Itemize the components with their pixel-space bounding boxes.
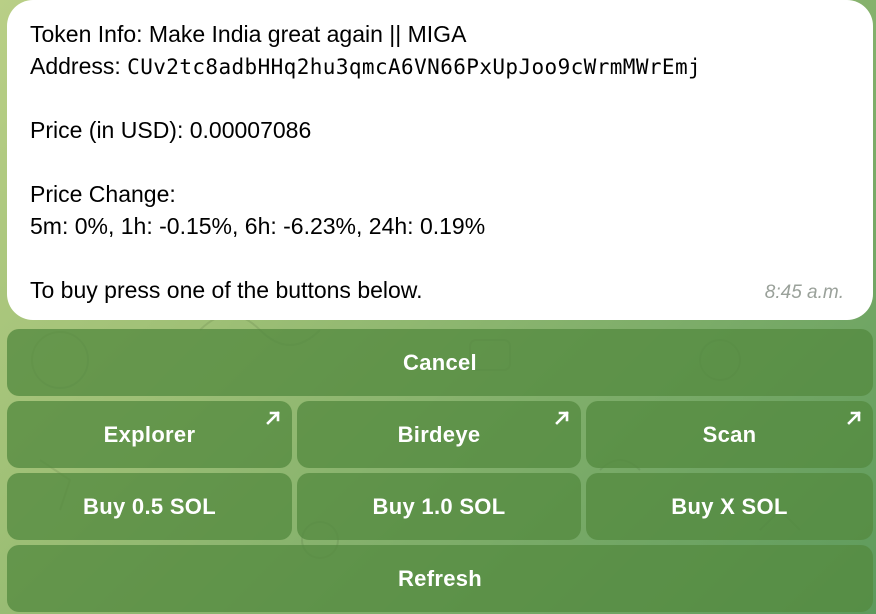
birdeye-button[interactable]: Birdeye bbox=[297, 401, 581, 468]
token-info-line: Token Info: Make India great again || MI… bbox=[30, 21, 467, 47]
buy-x-sol-button[interactable]: Buy X SOL bbox=[586, 473, 873, 540]
scan-button-label: Scan bbox=[702, 421, 757, 447]
price-change-values: 5m: 0%, 1h: -0.15%, 6h: -6.23%, 24h: 0.1… bbox=[30, 213, 486, 239]
explorer-button-label: Explorer bbox=[103, 421, 196, 447]
message-bubble: Token Info: Make India great again || MI… bbox=[7, 0, 873, 320]
refresh-button-label: Refresh bbox=[397, 565, 483, 591]
scan-button[interactable]: Scan bbox=[586, 401, 873, 468]
buy-0-5-sol-button[interactable]: Buy 0.5 SOL bbox=[7, 473, 292, 540]
birdeye-button-label: Birdeye bbox=[397, 421, 481, 447]
buy-0-5-sol-label: Buy 0.5 SOL bbox=[83, 493, 216, 519]
cancel-button[interactable]: Cancel bbox=[7, 329, 873, 396]
address-value[interactable]: CUv2tc8adbHHq2hu3qmcA6VN66PxUpJoo9cWrmMW… bbox=[127, 55, 701, 79]
refresh-button[interactable]: Refresh bbox=[7, 545, 873, 612]
address-line: Address: CUv2tc8adbHHq2hu3qmcA6VN66PxUpJ… bbox=[30, 50, 851, 82]
external-link-arrow-icon bbox=[555, 411, 569, 425]
buy-1-0-sol-button[interactable]: Buy 1.0 SOL bbox=[297, 473, 581, 540]
external-link-arrow-icon bbox=[847, 411, 861, 425]
explorer-button[interactable]: Explorer bbox=[7, 401, 292, 468]
price-line: Price (in USD): 0.00007086 bbox=[30, 117, 312, 143]
message-timestamp: 8:45 a.m. bbox=[764, 282, 844, 303]
buy-x-sol-label: Buy X SOL bbox=[671, 493, 788, 519]
address-label: Address: bbox=[30, 53, 128, 79]
cancel-button-label: Cancel bbox=[403, 349, 477, 375]
buy-instruction-line: To buy press one of the buttons below. bbox=[30, 277, 423, 303]
price-change-heading: Price Change: bbox=[30, 181, 176, 207]
external-link-arrow-icon bbox=[266, 411, 280, 425]
buy-1-0-sol-label: Buy 1.0 SOL bbox=[372, 493, 506, 519]
